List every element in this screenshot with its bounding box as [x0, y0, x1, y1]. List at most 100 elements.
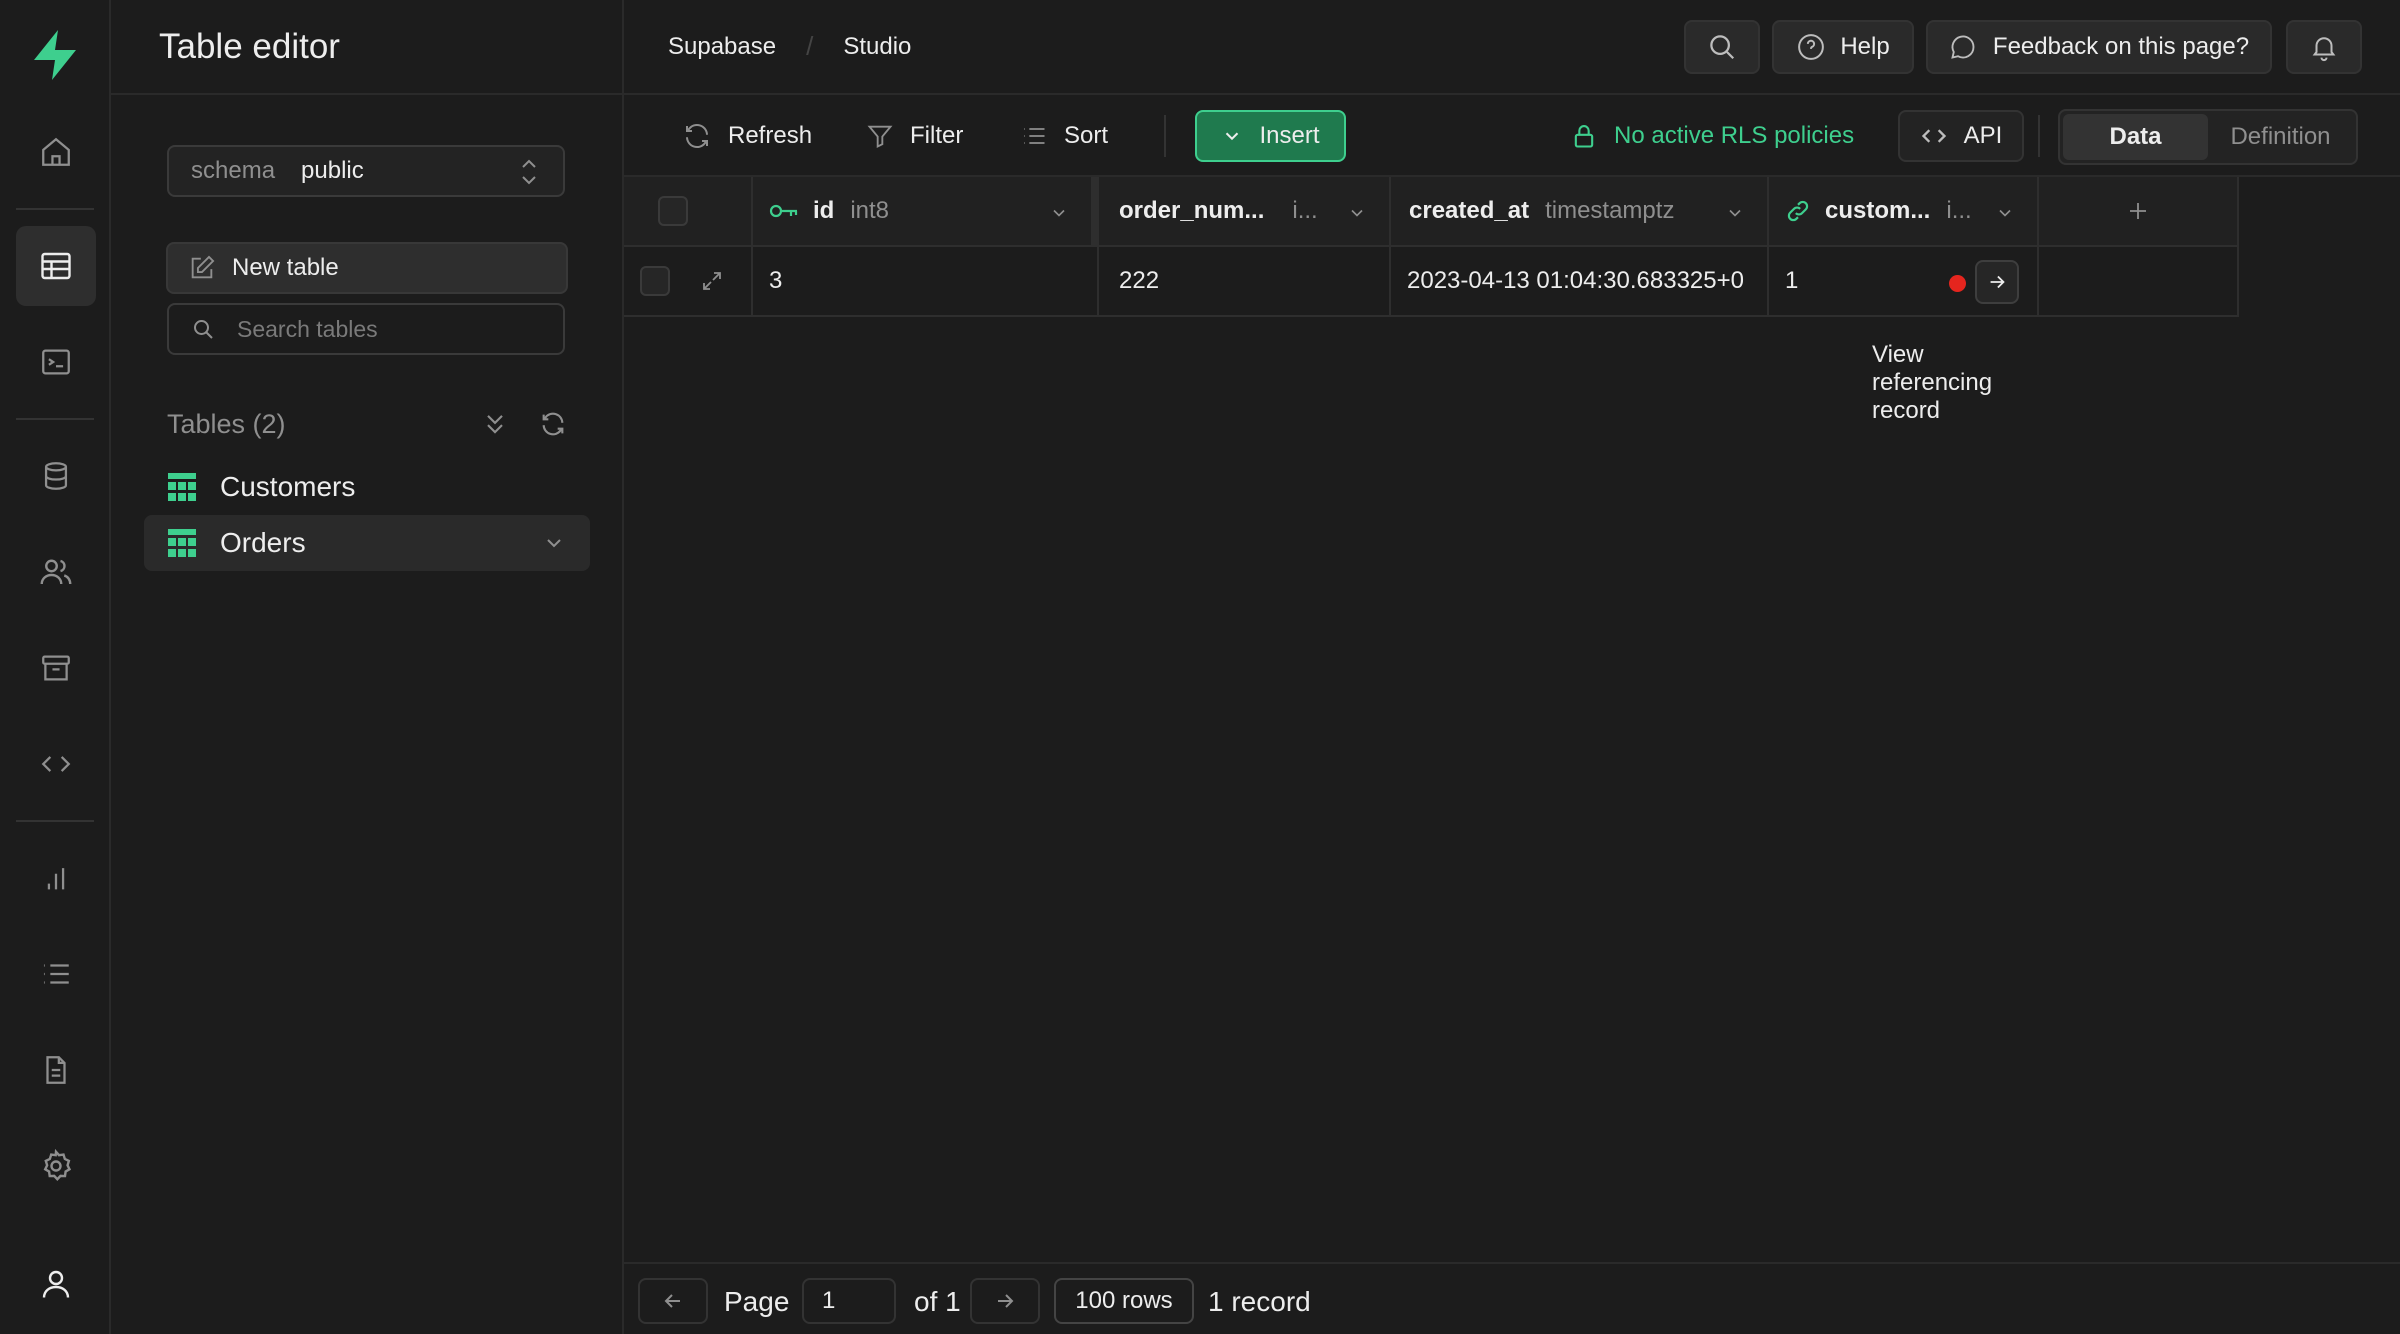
tab-definition[interactable]: Definition [2208, 114, 2353, 160]
column-header-order-number[interactable]: order_num... i... [1099, 177, 1391, 247]
table-grid-icon [168, 473, 196, 501]
rows-per-page-button[interactable]: 100 rows [1054, 1278, 1194, 1324]
feedback-label: Feedback on this page? [1992, 33, 2250, 60]
search-tables-input[interactable] [237, 315, 537, 343]
column-type: i... [1292, 197, 1318, 224]
arrow-right-icon [1990, 275, 2005, 289]
account-icon[interactable] [16, 1244, 96, 1324]
record-count: 1 record [1208, 1286, 1311, 1317]
search-button[interactable] [1684, 20, 1760, 74]
tab-data[interactable]: Data [2063, 114, 2208, 160]
view-referencing-record-button[interactable] [1975, 260, 2019, 304]
breadcrumb-org[interactable]: Supabase [668, 33, 776, 61]
table-item-customers[interactable]: Customers [144, 459, 590, 515]
logs-icon[interactable] [16, 934, 96, 1014]
view-toggle: Data Definition [2058, 109, 2358, 165]
row-checkbox[interactable] [640, 266, 670, 296]
message-circle-icon [1949, 33, 1977, 61]
insert-label: Insert [1259, 122, 1320, 149]
reports-icon[interactable] [16, 838, 96, 918]
refresh-button[interactable]: Refresh [682, 111, 812, 161]
add-column-button[interactable] [2039, 177, 2239, 247]
top-bar: Supabase / Studio Help Feedback on this … [624, 0, 2400, 95]
cell-id[interactable]: 3 [753, 247, 1099, 317]
cell-created-at[interactable]: 2023-04-13 01:04:30.683325+0 [1391, 247, 1769, 317]
settings-icon[interactable] [16, 1126, 96, 1206]
filter-button[interactable]: Filter [866, 111, 963, 161]
chevron-down-icon[interactable] [1725, 203, 1745, 223]
column-name: created_at [1409, 197, 1530, 224]
chevron-down-icon[interactable] [1347, 203, 1367, 223]
sidebar-title: Table editor [159, 26, 340, 66]
primary-key-icon [769, 201, 799, 221]
auth-users-icon[interactable] [16, 532, 96, 612]
expand-row-icon[interactable] [700, 269, 724, 293]
column-header-id[interactable]: id int8 [753, 177, 1093, 247]
select-all-checkbox[interactable] [657, 196, 688, 226]
column-header-customer[interactable]: custom... i... [1769, 177, 2039, 247]
rls-policies-link[interactable]: No active RLS policies [1570, 111, 1854, 161]
feedback-button[interactable]: Feedback on this page? [1926, 20, 2272, 74]
column-header-created-at[interactable]: created_at timestamptz [1391, 177, 1769, 247]
cell-order-number[interactable]: 222 [1099, 247, 1391, 317]
help-circle-icon [1796, 32, 1826, 62]
column-type: timestamptz [1545, 197, 1675, 224]
previous-page-button[interactable] [638, 1278, 708, 1324]
grid-toolbar: Refresh Filter Sort Insert No active RLS… [624, 95, 2400, 177]
sort-button[interactable]: Sort [1020, 111, 1108, 161]
api-button[interactable]: API [1898, 110, 2024, 162]
bell-icon [2309, 32, 2339, 62]
table-editor-icon[interactable] [16, 226, 96, 306]
rail-divider [16, 208, 94, 210]
table-sidebar: Table editor schema public New table Tab… [111, 0, 624, 1334]
column-type: i... [1946, 197, 1972, 224]
pagination-footer: Page of 1 100 rows 1 record [624, 1262, 2400, 1334]
filter-label: Filter [910, 122, 964, 149]
column-name: custom... [1825, 197, 1931, 224]
chevron-down-icon[interactable] [542, 531, 566, 555]
schema-label: schema [191, 157, 276, 184]
code-icon [1920, 122, 1964, 150]
database-icon[interactable] [16, 436, 96, 516]
home-icon[interactable] [16, 112, 96, 192]
arrow-left-icon [661, 1289, 685, 1313]
schema-selector[interactable]: schema public [167, 145, 565, 197]
refresh-tables-icon[interactable] [539, 410, 567, 438]
search-icon [191, 317, 215, 341]
help-button[interactable]: Help [1772, 20, 1914, 74]
sidebar-header: Table editor [111, 0, 622, 95]
arrow-right-icon [993, 1289, 1017, 1313]
chevron-down-icon[interactable] [1995, 203, 2015, 223]
help-label: Help [1840, 33, 1890, 60]
cell-customer[interactable]: 1 [1769, 247, 2039, 317]
schema-value: public [301, 157, 364, 184]
toolbar-divider [2038, 115, 2040, 157]
supabase-logo-icon[interactable] [28, 28, 82, 82]
edge-functions-icon[interactable] [16, 724, 96, 804]
notifications-button[interactable] [2286, 20, 2362, 74]
new-table-button[interactable]: New table [166, 242, 568, 294]
table-item-orders[interactable]: Orders [144, 515, 590, 571]
plus-icon [2126, 199, 2150, 223]
sort-list-icon [1020, 122, 1064, 150]
insert-button[interactable]: Insert [1195, 110, 1346, 162]
column-name: id [813, 197, 835, 224]
fk-tooltip: View referencing record [1872, 341, 1993, 424]
icon-rail [0, 0, 111, 1334]
link-icon [1785, 198, 1811, 224]
toolbar-divider [1164, 115, 1166, 157]
refresh-label: Refresh [728, 122, 813, 149]
collapse-all-icon[interactable] [481, 410, 509, 438]
chevron-down-icon [1221, 125, 1259, 147]
api-docs-icon[interactable] [16, 1030, 96, 1110]
sort-label: Sort [1064, 122, 1109, 149]
chevron-down-icon[interactable] [1049, 203, 1069, 223]
breadcrumb-project[interactable]: Studio [843, 33, 911, 61]
storage-icon[interactable] [16, 628, 96, 708]
sql-editor-icon[interactable] [16, 322, 96, 402]
page-label: Page [724, 1286, 790, 1317]
next-page-button[interactable] [970, 1278, 1040, 1324]
page-number-input[interactable] [802, 1278, 896, 1324]
search-tables-field[interactable] [167, 303, 565, 355]
column-name: order_num... [1119, 197, 1265, 224]
